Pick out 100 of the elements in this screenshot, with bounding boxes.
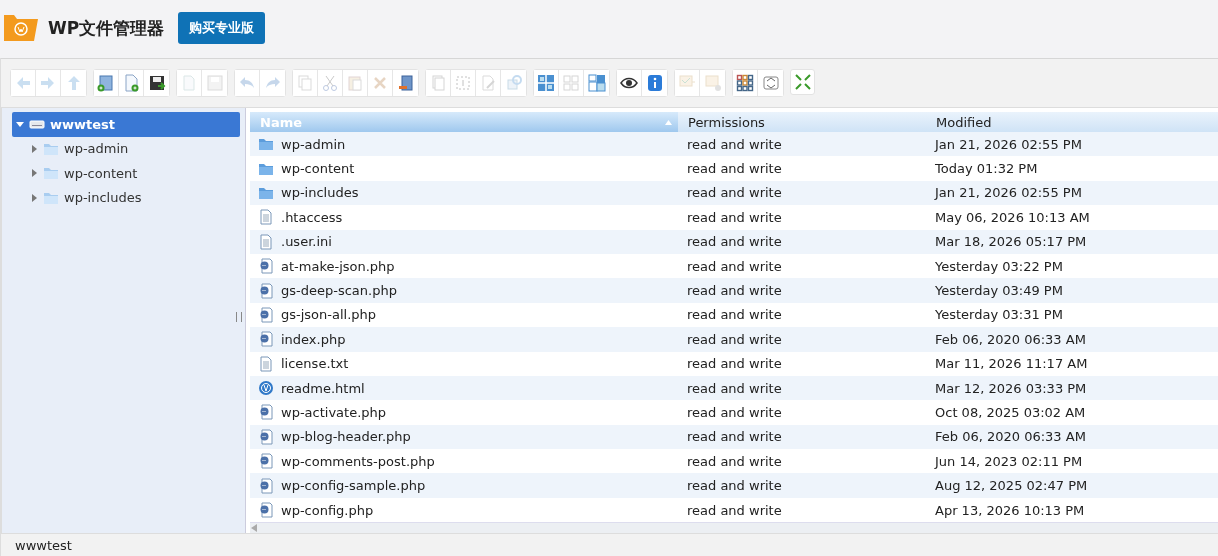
tree-item[interactable]: wp-content [26, 161, 240, 186]
small-icons-icon [562, 74, 580, 92]
tree-item[interactable]: wwwtest [12, 112, 240, 137]
file-name-cell[interactable]: readme.html [250, 380, 678, 397]
modified-cell-text: Oct 08, 2025 03:02 AM [934, 405, 1087, 420]
permissions-cell-text: read and write [686, 380, 783, 396]
modified-cell-text: Jan 21, 2026 02:55 PM [933, 136, 1083, 152]
folder-icon [43, 165, 59, 182]
file-name-cell[interactable]: wp-blog-header.php [250, 428, 678, 445]
folder-plus-icon [97, 74, 115, 92]
permissions-cell-text: read and write [686, 209, 783, 225]
column-header[interactable]: Modified [926, 112, 1218, 132]
script-icon [258, 282, 274, 299]
permissions-cell-text: read and write [686, 331, 783, 347]
file-name-cell[interactable]: .user.ini [250, 233, 678, 250]
file-name-cell[interactable]: wp-config.php [250, 502, 678, 519]
expand-icon [793, 73, 812, 91]
script-icon [258, 258, 274, 275]
resize-handle[interactable] [236, 312, 242, 322]
column-header[interactable]: Permissions [678, 112, 926, 132]
caret-right-icon[interactable] [30, 193, 38, 202]
resize-icon [504, 74, 523, 92]
document-icon [258, 233, 274, 250]
file-name-cell[interactable]: license.txt [250, 355, 678, 372]
permissions-cell-text: read and write [686, 283, 783, 299]
caret-right-icon[interactable] [30, 144, 38, 153]
modified-cell-text: Yesterday 03:22 PM [934, 258, 1064, 274]
folder-icon [258, 136, 274, 153]
permissions-cell-text: read and write [686, 429, 783, 445]
script-icon [258, 477, 274, 494]
modified-cell-text: Apr 13, 2026 10:13 PM [934, 502, 1086, 518]
permissions-cell-text: read and write [686, 258, 783, 274]
modified-cell-text: Mar 18, 2026 05:17 PM [934, 234, 1088, 250]
document-icon [258, 355, 274, 372]
grid-icon [736, 74, 754, 92]
permissions-cell-text: read and write [686, 234, 783, 250]
script-icon [258, 453, 274, 470]
modified-cell-text: Feb 06, 2020 06:33 AM [934, 331, 1087, 347]
modified-cell-text: Yesterday 03:31 PM [934, 307, 1064, 323]
presentation-gear-icon [703, 74, 722, 92]
file-name-cell[interactable]: wp-content [250, 160, 678, 177]
logo-icon [4, 15, 38, 41]
modified-cell-text: Jun 14, 2023 02:11 PM [933, 453, 1084, 469]
file-name-cell[interactable]: gs-deep-scan.php [250, 282, 678, 299]
tiles-icon [587, 74, 606, 92]
right-arrow-icon [39, 74, 57, 92]
status-path: wwwtest [15, 537, 72, 553]
pencil-icon [479, 74, 497, 92]
file-name-cell[interactable]: gs-json-all.php [250, 306, 678, 323]
permissions-cell-text: read and write [686, 185, 783, 201]
script-icon [258, 306, 274, 323]
file-name-cell[interactable]: index.php [250, 331, 678, 348]
permissions-cell-text: read and write [686, 307, 783, 323]
caret-right-icon[interactable] [30, 169, 38, 178]
selection-icon [454, 74, 472, 92]
permissions-cell-text: read and write [686, 453, 783, 469]
permissions-cell-text: read and write [686, 136, 783, 152]
permissions-cell-text: read and write [686, 478, 783, 494]
tree-item[interactable]: wp-admin [26, 136, 240, 161]
permissions-cell-text: read and write [686, 161, 783, 177]
file-name-cell[interactable]: wp-activate.php [250, 404, 678, 421]
sort-icon [761, 74, 780, 92]
sort-ascending-icon [665, 119, 672, 125]
modified-cell-text: Yesterday 03:49 PM [934, 283, 1064, 299]
file-plus-icon [122, 74, 140, 92]
script-icon [258, 502, 274, 519]
copy-icon [296, 74, 314, 92]
file-name-cell[interactable]: wp-admin [250, 136, 678, 153]
file-name-cell[interactable]: wp-comments-post.php [250, 453, 678, 470]
large-icons-icon [537, 74, 555, 92]
modified-cell-text: Mar 12, 2026 03:33 PM [934, 380, 1088, 396]
permissions-cell-text: read and write [686, 405, 783, 420]
upgrade-button[interactable]: 购买专业版 [178, 12, 266, 44]
file-icon [180, 74, 198, 92]
modified-cell-text: Feb 06, 2020 06:33 AM [934, 429, 1087, 445]
file-name-cell[interactable]: .htaccess [250, 209, 678, 226]
globe-icon [258, 380, 274, 397]
scissors-icon [321, 74, 339, 92]
file-name-cell[interactable]: wp-includes [250, 184, 678, 201]
file-name-cell[interactable]: at-make-json.php [250, 258, 678, 275]
floppy-icon [205, 74, 224, 92]
tree-item[interactable]: wp-includes [26, 185, 240, 210]
document-minus-icon [396, 74, 415, 92]
floppy-icon [147, 74, 166, 92]
document-icon [258, 209, 274, 226]
horizontal-scrollbar[interactable] [250, 522, 1218, 533]
script-icon [258, 404, 274, 421]
script-icon [258, 331, 274, 348]
file-name-cell[interactable]: wp-config-sample.php [250, 477, 678, 494]
modified-cell-text: May 06, 2026 10:13 AM [934, 209, 1091, 225]
toolbar-button[interactable] [617, 70, 642, 96]
clipboard-icon [346, 74, 364, 92]
toolbar-button[interactable] [733, 70, 758, 96]
scroll-left-icon[interactable] [250, 524, 258, 533]
modified-cell-text: Aug 12, 2025 02:47 PM [934, 478, 1089, 494]
caret-down-icon[interactable] [16, 120, 24, 129]
permissions-cell-text: read and write [686, 502, 783, 518]
script-icon [258, 428, 274, 445]
modified-cell-text: Mar 11, 2026 11:17 AM [934, 356, 1089, 372]
app-title: WP文件管理器 [48, 16, 165, 40]
